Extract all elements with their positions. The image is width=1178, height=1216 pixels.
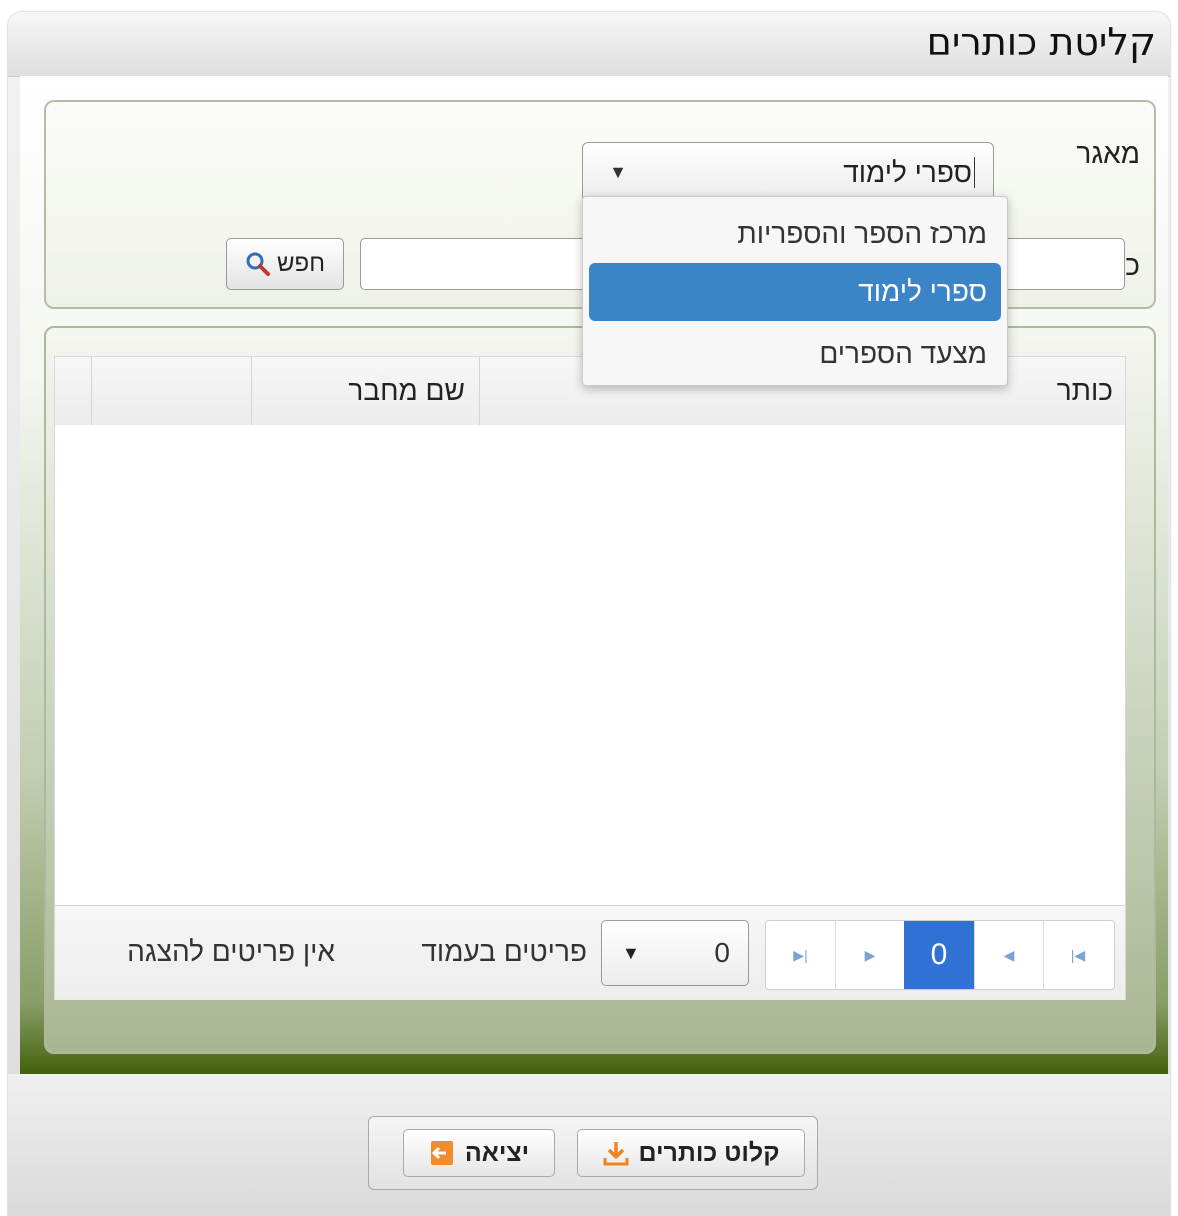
source-select[interactable]: ▼ ספרי לימוד: [582, 142, 994, 202]
dropdown-option[interactable]: מרכז הספר והספריות: [589, 205, 1001, 263]
next-page-button[interactable]: ▶: [835, 921, 904, 989]
exit-label: יציאה: [464, 1138, 530, 1167]
exit-button[interactable]: יציאה: [403, 1129, 555, 1177]
results-grid: כותר שם מחבר ▶| ▶ 0 ◀ |◀ ▼ 0 פריטים בעמו…: [54, 356, 1126, 1000]
last-page-button[interactable]: ▶|: [766, 921, 835, 989]
window-titlebar[interactable]: קליטת כותרים: [8, 12, 1170, 77]
column-separator[interactable]: [251, 357, 252, 425]
column-separator[interactable]: [91, 357, 92, 425]
pager-status: אין פריטים להצגה: [127, 936, 335, 967]
chevron-down-icon[interactable]: ▼: [583, 143, 653, 201]
column-header-author[interactable]: שם מחבר: [348, 375, 465, 407]
first-page-button[interactable]: |◀: [1043, 921, 1112, 989]
dropdown-option-selected[interactable]: ספרי לימוד: [589, 263, 1001, 321]
chevron-down-icon[interactable]: ▼: [622, 943, 640, 964]
window-title: קליטת כותרים: [926, 20, 1156, 64]
text-caret: [974, 157, 975, 188]
download-icon: [603, 1142, 629, 1166]
grid-footer: ▶| ▶ 0 ◀ |◀ ▼ 0 פריטים בעמוד אין פריטים …: [55, 905, 1125, 1000]
search-button[interactable]: חפש: [226, 238, 344, 290]
page-size-value: 0: [714, 937, 730, 968]
dropdown-option[interactable]: מצעד הספרים: [589, 325, 1001, 383]
source-label: מאגר: [1076, 138, 1140, 169]
page-size-select[interactable]: ▼ 0: [601, 920, 749, 986]
import-titles-window: קליטת כותרים מאגר כותר ▼ ספרי לימוד חפש …: [8, 12, 1170, 1216]
action-buttons: קלוט כותרים יציאה: [368, 1116, 818, 1190]
source-selected-value: ספרי לימוד: [843, 157, 972, 188]
exit-door-icon: [430, 1141, 453, 1165]
source-dropdown-list: מרכז הספר והספריות ספרי לימוד מצעד הספרי…: [582, 196, 1008, 386]
page-size-label: פריטים בעמוד: [421, 936, 587, 967]
grid-body: [55, 425, 1125, 905]
import-titles-label: קלוט כותרים: [638, 1138, 780, 1167]
import-titles-button[interactable]: קלוט כותרים: [577, 1129, 805, 1177]
previous-page-button[interactable]: ◀: [974, 921, 1043, 989]
window-content: מאגר כותר ▼ ספרי לימוד חפש כותר שם מחבר: [20, 76, 1168, 1074]
search-icon: [246, 252, 271, 276]
current-page-button[interactable]: 0: [904, 921, 974, 989]
search-button-label: חפש: [277, 250, 325, 277]
column-header-title[interactable]: כותר: [1057, 375, 1113, 407]
column-separator[interactable]: [479, 357, 480, 425]
pager: ▶| ▶ 0 ◀ |◀: [765, 920, 1115, 990]
